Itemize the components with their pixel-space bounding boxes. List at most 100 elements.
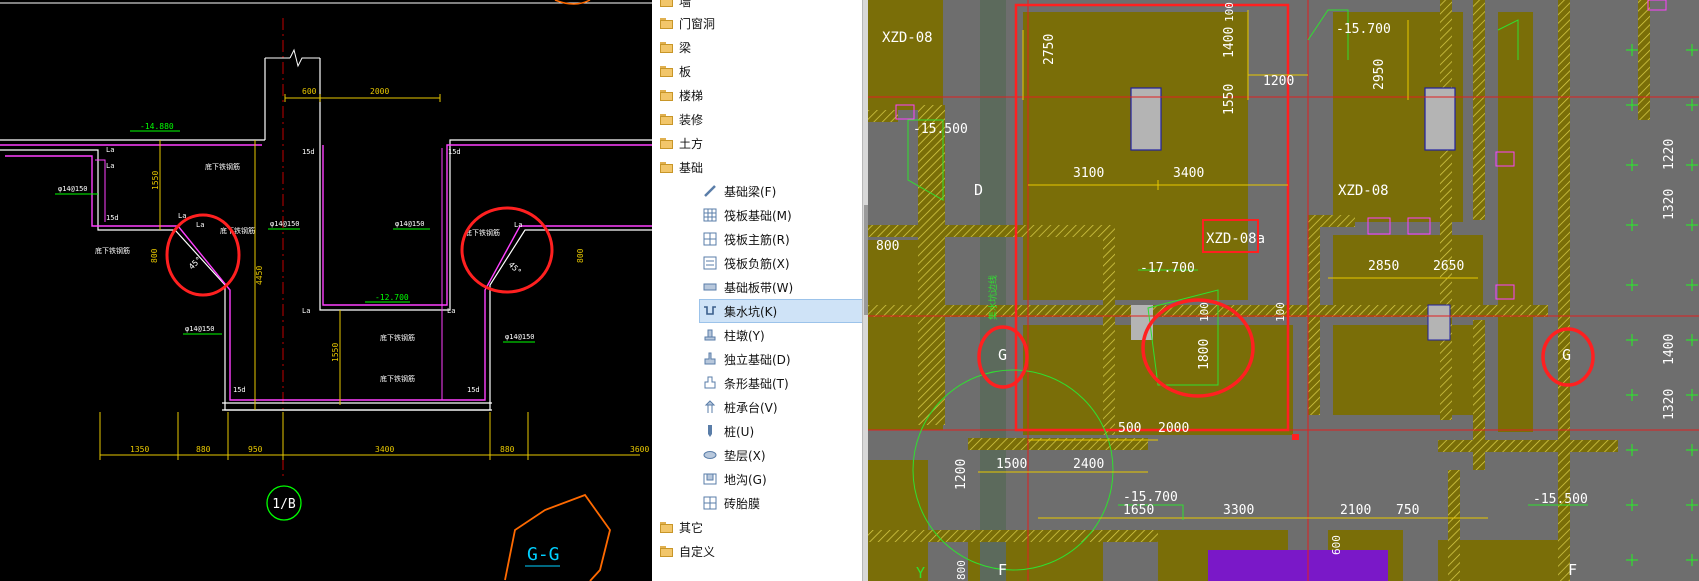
label-f-right: F [1568, 561, 1577, 579]
cushion-icon [703, 451, 717, 459]
tree-item-stair[interactable]: 楼梯 [660, 84, 703, 106]
dim-2950: 2950 [1372, 59, 1387, 90]
tree-child-column-pier[interactable]: 柱墩(Y) [702, 324, 765, 346]
tree-item-label: 土方 [679, 136, 704, 151]
dim-2000: 2000 [1158, 421, 1189, 436]
tree-child-brick-mould[interactable]: 砖胎膜 [702, 492, 760, 514]
level-15500-a: -15.500 [913, 122, 968, 137]
tree-item-label: 梁 [679, 40, 692, 55]
pit-icon [704, 306, 716, 315]
angle-1: 45° [507, 260, 524, 277]
tree-item-beam[interactable]: 梁 [660, 36, 691, 58]
tree-child-foundation-beam[interactable]: 基础梁(F) [702, 180, 776, 202]
rebar-label-2: φ14@150 [395, 220, 425, 228]
dim-1200-a: 1200 [1263, 74, 1294, 89]
tree-child-label: 垫层(X) [724, 448, 766, 463]
strip-icon [703, 283, 717, 291]
dim-top-0: 600 [302, 87, 317, 96]
plan-drawing-viewport[interactable]: XZD-08 XZD-08 XZD-08a D G G F F Y 2750 1… [868, 0, 1699, 581]
tree-item-custom[interactable]: 自定义 [660, 540, 715, 562]
tree-child-label: 集水坑(K) [724, 304, 778, 319]
dim-800-b: 800 [955, 560, 968, 580]
rebar-icon [703, 256, 717, 270]
tree-item-other[interactable]: 其它 [660, 516, 703, 538]
dim-2400: 2400 [1073, 457, 1104, 472]
la-2: La [196, 221, 204, 229]
dim-2850: 2850 [1368, 259, 1399, 274]
tree-child-trench[interactable]: 地沟(G) [702, 468, 767, 490]
folder-open-icon [660, 161, 673, 173]
tree-item-label: 基础 [679, 160, 704, 175]
tree-item-foundation[interactable]: 基础 [660, 156, 703, 178]
dim-bottom-2: 950 [248, 445, 263, 454]
tree-child-label: 桩(U) [724, 424, 755, 439]
dim-1500: 1500 [996, 457, 1027, 472]
note-0: 底下铁钢筋 [205, 162, 240, 171]
tree-child-label: 基础梁(F) [724, 184, 777, 199]
plan-drawing: XZD-08 XZD-08 XZD-08a D G G F F Y 2750 1… [868, 0, 1699, 581]
tree-item-earthwork[interactable]: 土方 [660, 132, 703, 154]
tree-item-label: 楼梯 [679, 88, 704, 103]
label-xzd-08-b: XZD-08 [1338, 183, 1389, 199]
pile-cap-icon [704, 400, 716, 413]
label-y: Y [916, 564, 925, 581]
tree-child-raft-main-rebar[interactable]: 筏板主筋(R) [702, 228, 790, 250]
label-d: D [974, 181, 983, 199]
trench-icon [703, 473, 717, 485]
tree-item-label: 墙 [679, 0, 692, 9]
section-label: G-G [527, 544, 560, 565]
la-3: La [514, 221, 522, 229]
side-dim-1400: 1400 [1662, 334, 1677, 365]
dim-bottom-1: 880 [196, 445, 211, 454]
note-3: 底下铁钢筋 [465, 228, 500, 237]
label-xzd-08-a: XZD-08 [882, 30, 933, 46]
section-drawing-viewport[interactable]: 1/B 600 2000 1350 880 950 3400 880 3600 … [0, 0, 652, 581]
tree-item-door-window[interactable]: 门窗洞 [660, 12, 715, 34]
dim-100-b: 100 [1198, 302, 1211, 322]
tree-child-label: 地沟(G) [724, 472, 767, 487]
height-dim-3: 800 [576, 248, 585, 263]
tree-child-label: 条形基础(T) [724, 376, 789, 391]
folder-icon [660, 521, 673, 533]
tree-child-label: 筏板主筋(R) [724, 232, 790, 247]
folder-icon [660, 0, 673, 7]
dim-bottom-4: 880 [500, 445, 515, 454]
la-4: La [302, 307, 310, 315]
tree-child-isolated-footing[interactable]: 独立基础(D) [702, 348, 791, 370]
section-drawing: 1/B 600 2000 1350 880 950 3400 880 3600 … [0, 0, 652, 581]
folder-icon [660, 17, 673, 29]
tree-item-label: 其它 [679, 520, 704, 535]
tree-child-sump-pit[interactable]: 集水坑(K) [699, 299, 863, 323]
la-1: La [106, 162, 114, 170]
tree-child-pile[interactable]: 桩(U) [702, 420, 754, 442]
ls-1: 15d [448, 148, 461, 156]
tree-child-cushion[interactable]: 垫层(X) [702, 444, 766, 466]
tree-child-strip-footing[interactable]: 条形基础(T) [702, 372, 789, 394]
rebar-label-3: φ14@150 [185, 325, 215, 333]
grid-icon [703, 208, 717, 222]
dim-bottom-3: 3400 [375, 445, 394, 454]
tree-child-foundation-strip[interactable]: 基础板带(W) [702, 276, 793, 298]
dim-2650: 2650 [1433, 259, 1464, 274]
tree-child-label: 筏板基础(M) [724, 208, 792, 223]
tree-child-pile-cap[interactable]: 桩承台(V) [702, 396, 778, 418]
component-tree-panel: 墙 门窗洞 梁 板 楼梯 装修 土方 基础 基础梁(F) 筏板基础(M) 筏板主… [652, 0, 868, 581]
tree-child-label: 筏板负筋(X) [724, 256, 790, 271]
angle-0: 45° [187, 255, 204, 272]
folder-icon [660, 113, 673, 125]
tree-child-raft-foundation[interactable]: 筏板基础(M) [702, 204, 792, 226]
pile-icon [708, 425, 712, 437]
tree-item-wall[interactable]: 墙 [660, 0, 691, 12]
dim-100-c: 100 [1274, 302, 1287, 322]
level-15700-b: -15.700 [1123, 490, 1178, 505]
tree-item-finish[interactable]: 装修 [660, 108, 703, 130]
tree-child-label: 独立基础(D) [724, 352, 791, 367]
note-5: 底下铁钢筋 [380, 374, 415, 383]
dim-2100: 2100 [1340, 503, 1371, 518]
vertical-note: 集水坑边线 [987, 275, 999, 320]
tree-child-raft-negative-rebar[interactable]: 筏板负筋(X) [702, 252, 790, 274]
dim-3300: 3300 [1223, 503, 1254, 518]
dim-500: 500 [1118, 421, 1141, 436]
dim-100-a: 100 [1223, 2, 1236, 22]
tree-item-slab[interactable]: 板 [660, 60, 691, 82]
